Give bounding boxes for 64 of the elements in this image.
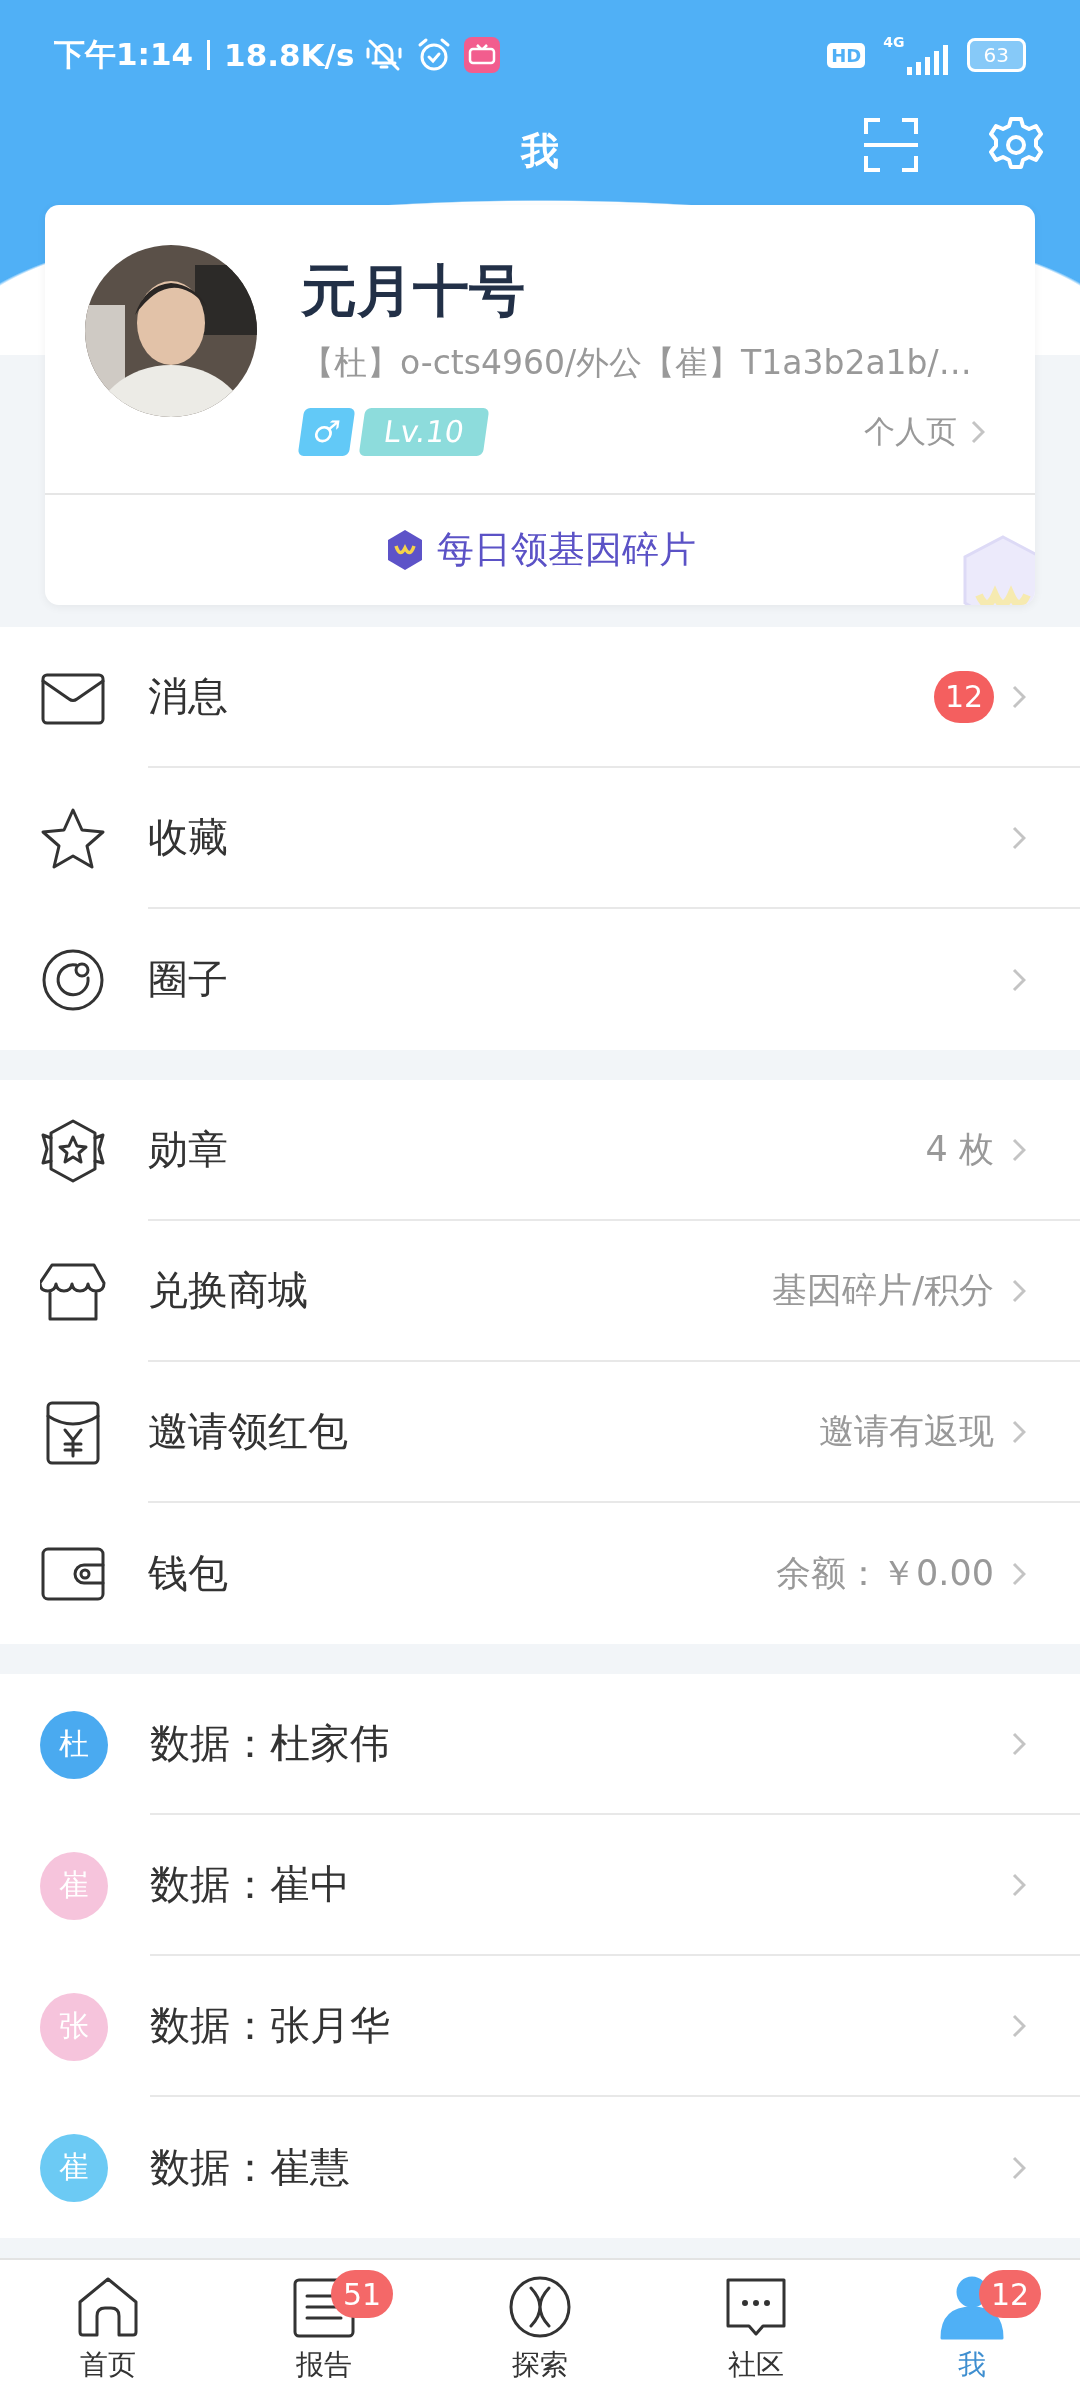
notification-badge: 12 bbox=[979, 2270, 1041, 2318]
data-item[interactable]: 张 数据：张月华 bbox=[0, 1956, 1080, 2097]
menu-label: 圈子 bbox=[148, 955, 228, 1004]
initial-avatar: 崔 bbox=[40, 1851, 108, 1920]
menu-label: 勋章 bbox=[148, 1125, 228, 1174]
battery-indicator: 63 bbox=[966, 38, 1026, 72]
hd-badge: HD bbox=[827, 42, 866, 68]
chevron-icon bbox=[1012, 1561, 1026, 1586]
menu-label: 邀请领红包 bbox=[148, 1407, 348, 1456]
scan-icon[interactable] bbox=[864, 118, 918, 172]
menu-label: 兑换商城 bbox=[148, 1266, 308, 1315]
menu-item[interactable]: 钱包 余额：￥0.00 bbox=[0, 1503, 1080, 1644]
user-name: 元月十号 bbox=[301, 257, 526, 325]
menu-item[interactable]: 消息 12 bbox=[0, 627, 1080, 768]
data-label: 数据：崔慧 bbox=[150, 2143, 350, 2192]
chevron-icon bbox=[971, 420, 985, 444]
chevron-icon bbox=[1012, 684, 1026, 709]
chevron-icon bbox=[1012, 967, 1026, 992]
gender-tag: ♂ bbox=[297, 408, 356, 456]
data-label: 数据：张月华 bbox=[150, 2001, 390, 2050]
data-label: 数据：杜家伟 bbox=[150, 1719, 390, 1768]
menu-item[interactable]: 邀请领红包 邀请有返现 bbox=[0, 1362, 1080, 1503]
nav-tab[interactable]: 51 报告 bbox=[216, 2260, 432, 2400]
nav-tab[interactable]: 首页 bbox=[0, 2260, 216, 2400]
data-item[interactable]: 崔 数据：崔中 bbox=[0, 1815, 1080, 1956]
chevron-icon bbox=[1012, 1137, 1026, 1162]
network-type: 4G bbox=[883, 34, 905, 50]
chevron-icon bbox=[1012, 2013, 1026, 2038]
chevron-icon bbox=[1012, 825, 1026, 850]
daily-reward-link[interactable]: 每日领基因碎片 bbox=[384, 525, 696, 575]
initial-avatar: 杜 bbox=[40, 1710, 108, 1779]
menu-value: 基因碎片/积分 bbox=[772, 1269, 994, 1312]
chevron-icon bbox=[1012, 1278, 1026, 1303]
unread-count-badge: 12 bbox=[934, 670, 994, 723]
menu-item[interactable]: 兑换商城 基因碎片/积分 bbox=[0, 1221, 1080, 1362]
app-icon bbox=[464, 37, 501, 73]
chevron-icon bbox=[1012, 1872, 1026, 1897]
network-speed: 18.8K/s bbox=[224, 37, 355, 73]
data-item[interactable]: 崔 数据：崔慧 bbox=[0, 2097, 1080, 2238]
level-tag: Lv.10 bbox=[358, 408, 490, 456]
page-title: 我 bbox=[521, 128, 559, 175]
status-time: 下午1:14 bbox=[54, 35, 194, 74]
user-description: 【杜】o-cts4960/外公【崔】T1a3b2a1b/… bbox=[301, 342, 973, 384]
data-label: 数据：崔中 bbox=[150, 1860, 350, 1909]
menu-item[interactable]: 收藏 bbox=[0, 768, 1080, 909]
initial-avatar: 张 bbox=[40, 1992, 108, 2061]
menu-item[interactable]: 圈子 bbox=[0, 909, 1080, 1050]
menu-value: 4 枚 bbox=[925, 1128, 994, 1171]
menu-value: 余额：￥0.00 bbox=[776, 1552, 994, 1595]
chevron-icon bbox=[1012, 2155, 1026, 2180]
menu-value: 邀请有返现 bbox=[819, 1410, 994, 1453]
menu-label: 消息 bbox=[148, 672, 228, 721]
medal-icon bbox=[40, 1117, 106, 1184]
notification-badge: 51 bbox=[331, 2270, 393, 2318]
data-item[interactable]: 杜 数据：杜家伟 bbox=[0, 1674, 1080, 1815]
menu-label: 钱包 bbox=[148, 1549, 228, 1598]
menu-label: 收藏 bbox=[148, 813, 228, 862]
initial-avatar: 崔 bbox=[40, 2133, 108, 2202]
chevron-icon bbox=[1012, 1419, 1026, 1444]
nav-tab[interactable]: 探索 bbox=[432, 2260, 648, 2400]
chevron-icon bbox=[1012, 1731, 1026, 1756]
menu-item[interactable]: 勋章 4 枚 bbox=[0, 1080, 1080, 1221]
explore-icon bbox=[507, 2274, 573, 2340]
nav-tab[interactable]: 社区 bbox=[648, 2260, 864, 2400]
